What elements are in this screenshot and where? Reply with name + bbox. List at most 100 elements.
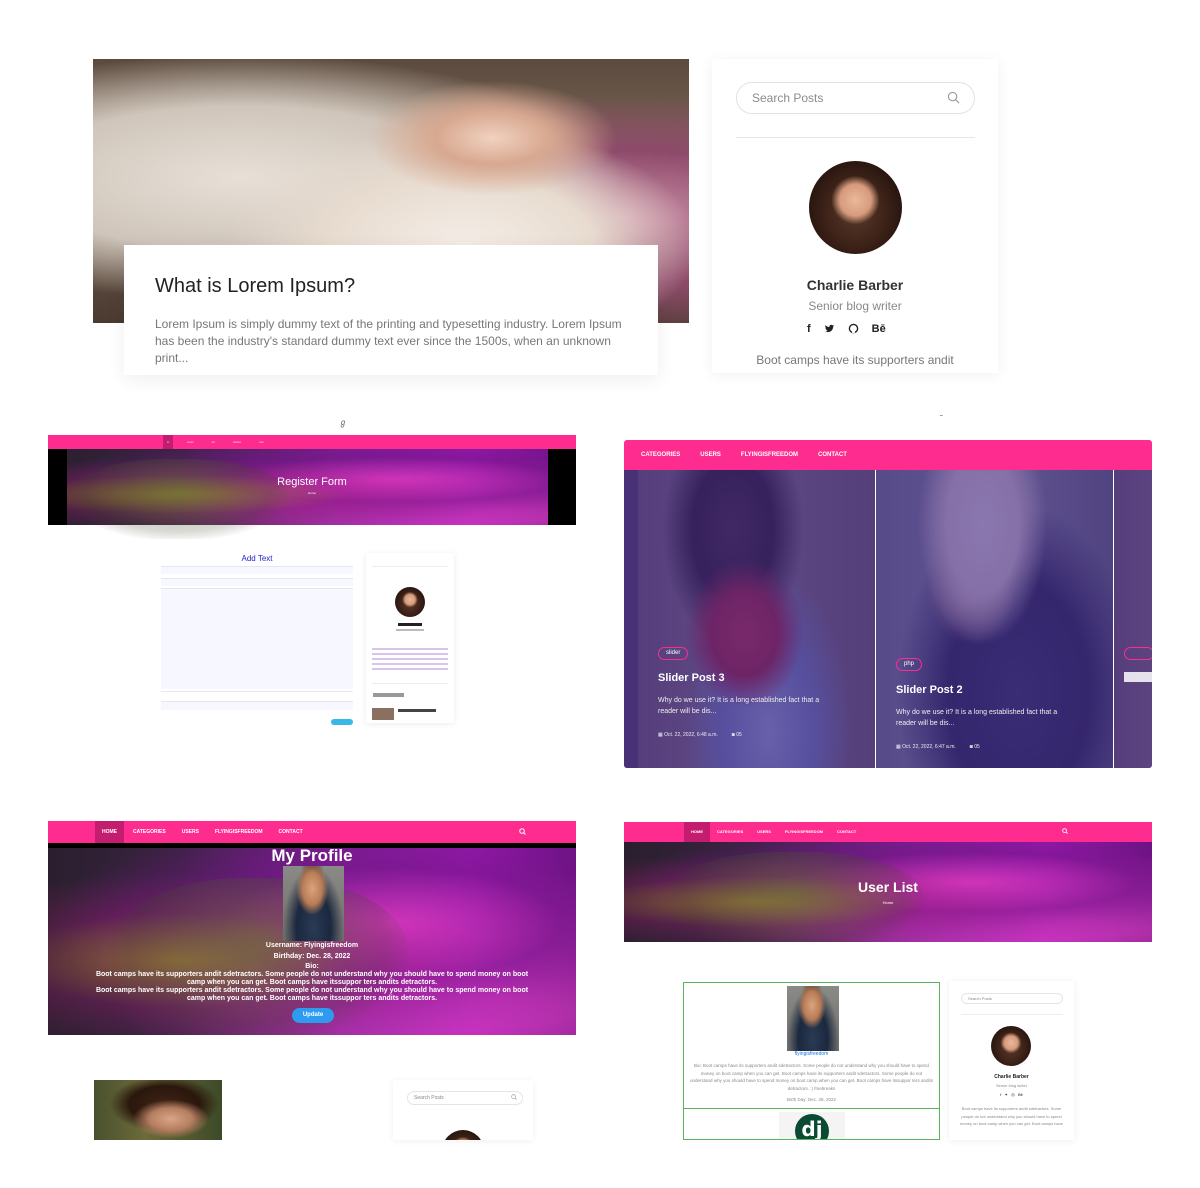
- slide-excerpt: Why do we use it? It is a long establish…: [658, 697, 820, 715]
- search-icon[interactable]: [511, 1094, 517, 1100]
- featured-post-image[interactable]: [94, 1080, 222, 1140]
- page-title: User List: [858, 879, 918, 895]
- slide-date: Oct. 22, 2022, 6:48 a.m.: [664, 732, 718, 738]
- post-title[interactable]: What is Lorem Ipsum?: [155, 275, 627, 298]
- search-icon[interactable]: [947, 91, 960, 104]
- title-field[interactable]: [161, 566, 353, 574]
- user-photo: [787, 986, 839, 1051]
- slide-date: Oct. 22, 2022, 6:47 a.m.: [902, 744, 956, 750]
- nav-categories[interactable]: ▪▪▪▪▪▪: [183, 435, 197, 449]
- author-bio: Boot camps have its supporters andit sde…: [960, 1106, 1063, 1126]
- content-textarea[interactable]: [161, 588, 353, 689]
- twitter-icon[interactable]: [824, 323, 835, 334]
- nav-home[interactable]: ▪▪: [163, 435, 174, 449]
- divider: [736, 137, 975, 138]
- nav-flyingisfreedom[interactable]: FLYINGISFREEDOM: [731, 452, 808, 458]
- slide-tag[interactable]: [1124, 647, 1152, 660]
- nav-contact[interactable]: CONTACT: [272, 821, 310, 843]
- hero-title: Register Form: [277, 476, 347, 488]
- post-excerpt: Lorem Ipsum is simply dummy text of the …: [155, 317, 622, 365]
- nav-home[interactable]: HOME: [684, 822, 710, 842]
- slide-meta: ▦ Oct. 22, 2022, 6:48 a.m. ◙ 05: [658, 732, 742, 738]
- author-role: Senior blog writer: [808, 299, 902, 313]
- search-icon[interactable]: [519, 828, 526, 835]
- search-input[interactable]: Search Posts: [736, 82, 975, 114]
- profile-screen: HOME CATEGORIES USERS FLYINGISFREEDOM CO…: [48, 821, 576, 1035]
- nav-users[interactable]: USERS: [750, 822, 778, 842]
- register-form-screen: ▪▪ ▪▪▪▪▪▪ ▪▪▪ ▪▪▪▪▪▪▪▪ ▪▪▪▪ Register For…: [48, 435, 576, 735]
- profile-photo: [283, 866, 344, 941]
- form-heading: Add Text: [241, 554, 273, 563]
- nav-users[interactable]: USERS: [690, 452, 731, 458]
- calendar-icon: ▦ Oct. 22, 2022, 6:47 a.m.: [896, 744, 956, 750]
- breadcrumb[interactable]: Home: [48, 491, 576, 495]
- nav-contact[interactable]: CONTACT: [808, 452, 857, 458]
- search-icon[interactable]: [1062, 828, 1068, 834]
- author-avatar: [395, 587, 425, 617]
- sidebar: Search Posts Charlie Barber Senior blog …: [949, 981, 1074, 1140]
- nav-users[interactable]: ▪▪▪: [208, 435, 219, 449]
- profile-username: Username: Flyingisfreedom: [265, 942, 359, 949]
- author-avatar: [991, 1026, 1031, 1066]
- comment-count: 05: [736, 732, 742, 738]
- recent-post-title[interactable]: [398, 709, 436, 712]
- stray-mark: ℊ: [339, 418, 347, 427]
- nav-contact[interactable]: ▪▪▪▪: [255, 435, 267, 449]
- comment-count: 05: [974, 744, 980, 750]
- social-links: f Bē: [807, 323, 886, 335]
- nav-home[interactable]: HOME: [95, 821, 124, 843]
- slide-tag[interactable]: php: [896, 658, 923, 671]
- search-input[interactable]: [372, 561, 448, 567]
- slide-card[interactable]: slider Slider Post 3 Why do we use it? I…: [638, 470, 875, 768]
- slide-meta: ▦ Oct. 22, 2022, 6:47 a.m. ◙ 05: [896, 744, 980, 750]
- django-logo-card: dj: [779, 1112, 845, 1139]
- category-field[interactable]: [161, 578, 353, 586]
- slide-tag[interactable]: slider: [658, 647, 689, 660]
- nav-flyingisfreedom[interactable]: FLYINGISFREEDOM: [208, 821, 270, 843]
- nav-categories[interactable]: CATEGORIES: [631, 452, 690, 458]
- author-role: Senior blog writer: [995, 1083, 1028, 1088]
- navbar: CATEGORIES USERS FLYINGISFREEDOM CONTACT: [624, 440, 1152, 470]
- author-name: Charlie Barber: [806, 277, 904, 293]
- search-input[interactable]: Search Posts: [407, 1091, 523, 1105]
- nav-flyingisfreedom[interactable]: ▪▪▪▪▪▪▪▪: [229, 435, 246, 449]
- update-button[interactable]: Update: [292, 1008, 334, 1023]
- nav-categories[interactable]: CATEGORIES: [126, 821, 173, 843]
- navbar: HOME CATEGORIES USERS FLYINGISFREEDOM CO…: [48, 821, 576, 843]
- django-logo-icon: dj: [795, 1114, 829, 1139]
- user-link[interactable]: flyingisfreedom: [684, 1051, 939, 1057]
- author-role: [396, 629, 424, 631]
- divider: [684, 1108, 939, 1109]
- facebook-icon[interactable]: f: [807, 323, 811, 335]
- tags-field[interactable]: [161, 701, 353, 710]
- nav-flyingisfreedom[interactable]: FLYINGISFREEDOM: [778, 822, 830, 842]
- comment-icon: ◙ 05: [731, 732, 742, 738]
- nav-categories[interactable]: CATEGORIES: [710, 822, 750, 842]
- nav-users[interactable]: USERS: [175, 821, 206, 843]
- github-icon[interactable]: [848, 323, 859, 334]
- behance-icon[interactable]: Bē: [872, 323, 886, 335]
- recent-post-thumb[interactable]: [372, 708, 394, 720]
- slide-title[interactable]: Slider Post 3: [658, 672, 725, 684]
- author-name: Charlie Barber: [994, 1074, 1029, 1080]
- slide-title[interactable]: Slider Post 2: [896, 684, 963, 696]
- navbar: HOME CATEGORIES USERS FLYINGISFREEDOM CO…: [624, 822, 1152, 842]
- file-field[interactable]: [161, 691, 353, 699]
- social-links[interactable]: f ✦ ◎ Bē: [957, 1092, 1066, 1097]
- slide-excerpt: Why do we use it? It is a long establish…: [896, 709, 1058, 727]
- navbar: ▪▪ ▪▪▪▪▪▪ ▪▪▪ ▪▪▪▪▪▪▪▪ ▪▪▪▪: [48, 435, 576, 449]
- author-bio: Boot camps have its supporters andit: [756, 353, 954, 367]
- post-card[interactable]: What is Lorem Ipsum? Lorem Ipsum is simp…: [124, 245, 658, 375]
- slide-card[interactable]: [1114, 470, 1152, 768]
- calendar-icon: ▦ Oct. 22, 2022, 6:48 a.m.: [658, 732, 718, 738]
- stray-mark: ˜: [940, 414, 943, 423]
- search-input[interactable]: Search Posts: [961, 993, 1063, 1004]
- nav-contact[interactable]: CONTACT: [830, 822, 863, 842]
- breadcrumb[interactable]: Home: [624, 900, 1152, 905]
- page-title: My Profile: [271, 846, 353, 865]
- slide-card[interactable]: php Slider Post 2 Why do we use it? It i…: [876, 470, 1113, 768]
- comment-icon: ◙ 05: [969, 744, 980, 750]
- user-list-screen: HOME CATEGORIES USERS FLYINGISFREEDOM CO…: [624, 822, 1152, 942]
- submit-button[interactable]: [331, 719, 353, 725]
- divider: [961, 1014, 1063, 1015]
